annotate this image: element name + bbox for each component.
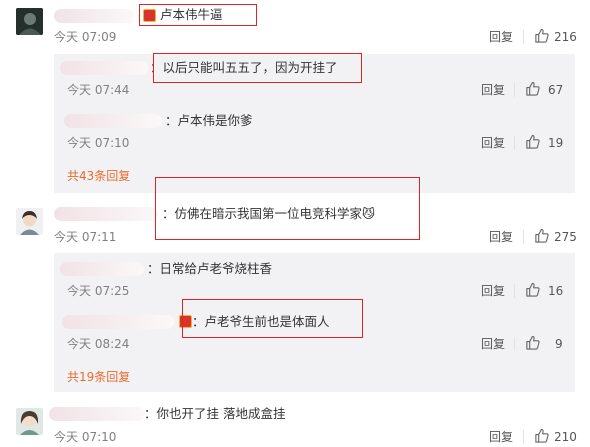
more-replies-link[interactable]: 共19条回复: [67, 369, 130, 385]
thumbs-up-icon[interactable]: [525, 134, 540, 153]
thumbs-up-icon[interactable]: [534, 228, 549, 247]
avatar[interactable]: [16, 408, 43, 435]
highlight-box: [182, 299, 363, 338]
highlight-box: [139, 4, 257, 26]
avatar-image: [16, 408, 43, 435]
username-blurred[interactable]: [54, 9, 134, 23]
reply-button[interactable]: 回复: [489, 429, 513, 445]
reply-button[interactable]: 回复: [481, 283, 505, 299]
reply-username-blurred[interactable]: [60, 61, 148, 75]
username-blurred[interactable]: [49, 407, 145, 421]
reply-colon: ：: [165, 113, 178, 128]
divider: [514, 83, 515, 97]
comment-text: ：你也开了挂 落地成盒挂: [144, 406, 286, 421]
like-count: 19: [548, 136, 564, 150]
thumbs-up-icon[interactable]: [525, 282, 540, 301]
reply-button[interactable]: 回复: [481, 82, 505, 98]
thumbs-up-icon[interactable]: [525, 81, 540, 100]
comment-time: 今天 07:10: [54, 430, 117, 444]
reply-colon: ：: [147, 261, 160, 276]
divider: [514, 337, 515, 351]
divider: [523, 430, 524, 444]
reply-time: 今天 08:24: [67, 337, 130, 351]
avatar[interactable]: [16, 8, 43, 35]
like-count: 67: [548, 83, 564, 97]
reply-button[interactable]: 回复: [481, 135, 505, 151]
thumbs-up-icon[interactable]: [525, 335, 540, 354]
username-blurred[interactable]: [54, 207, 158, 221]
divider: [523, 30, 524, 44]
reply-username-blurred[interactable]: [64, 114, 162, 128]
highlight-box: [155, 177, 420, 240]
thumbs-up-icon[interactable]: [534, 28, 549, 47]
comment-time: 今天 07:09: [54, 30, 117, 44]
reply-username-blurred[interactable]: [60, 262, 144, 276]
avatar-image: [16, 208, 43, 235]
reply-button[interactable]: 回复: [481, 336, 505, 352]
reply-time: 今天 07:10: [67, 136, 130, 150]
more-replies-link[interactable]: 共43条回复: [67, 168, 130, 184]
like-count: 210: [554, 430, 577, 444]
reply-button[interactable]: 回复: [489, 229, 513, 245]
comment-colon: ：: [144, 406, 157, 421]
reply-username-blurred[interactable]: [62, 315, 174, 329]
reply-button[interactable]: 回复: [489, 29, 513, 45]
thumbs-up-icon[interactable]: [534, 428, 549, 447]
like-count: 16: [548, 284, 564, 298]
comment-time: 今天 07:11: [54, 230, 117, 244]
highlight-box: [153, 53, 362, 83]
avatar[interactable]: [16, 208, 43, 235]
divider: [514, 284, 515, 298]
reply-text: ：卢本伟是你爹: [165, 113, 253, 128]
reply-time: 今天 07:25: [67, 284, 130, 298]
avatar-image: [16, 8, 43, 35]
like-count: 9: [555, 337, 563, 351]
reply-time: 今天 07:44: [67, 83, 130, 97]
like-count: 216: [554, 30, 577, 44]
reply-text: ：日常给卢老爷烧柱香: [147, 261, 273, 276]
divider: [523, 230, 524, 244]
like-count: 275: [554, 230, 577, 244]
divider: [514, 136, 515, 150]
